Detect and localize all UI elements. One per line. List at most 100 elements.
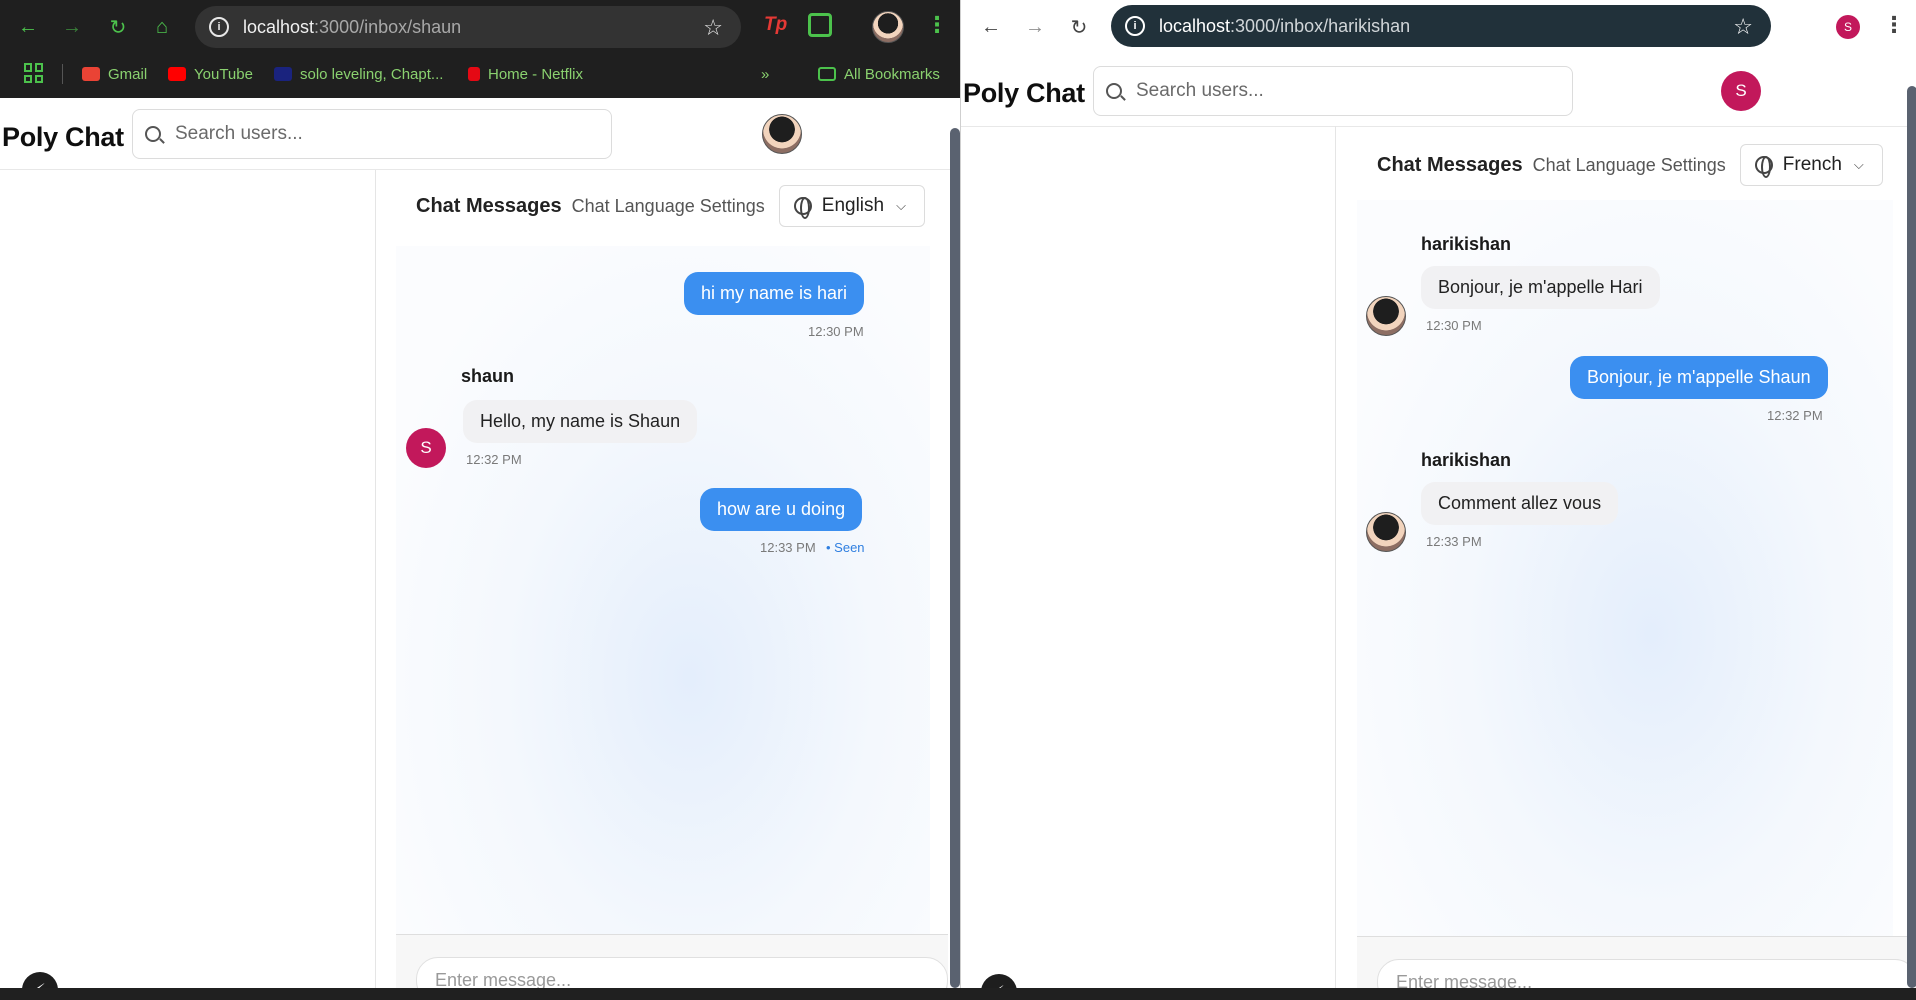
message-time: 12:30 PM — [808, 324, 864, 339]
globe-icon — [793, 197, 812, 219]
right-browser-toolbar: ← → ↻ i localhost:3000/inbox/harikishan … — [961, 0, 1916, 54]
os-taskbar — [0, 988, 1916, 1000]
message-sender: harikishan — [1421, 450, 1512, 470]
message-time: 12:32 PM — [466, 452, 522, 467]
search-icon — [145, 126, 161, 142]
back-icon[interactable]: ← — [977, 13, 1005, 41]
language-value: English — [821, 195, 885, 216]
extensions-puzzle-icon[interactable] — [808, 13, 832, 37]
site-info-icon[interactable]: i — [1125, 16, 1145, 36]
language-select[interactable]: English ⌵ — [778, 185, 925, 227]
browser-profile-avatar[interactable] — [872, 11, 904, 43]
browser-menu-icon[interactable]: ⋮ — [1883, 12, 1905, 38]
message-sender: shaun — [461, 366, 515, 386]
search-input[interactable] — [1136, 80, 1516, 102]
bolt-fab-icon[interactable]: ⚡ — [22, 972, 58, 988]
message-input-box[interactable] — [1377, 959, 1916, 988]
message-input[interactable] — [1396, 972, 1756, 988]
youtube-icon — [168, 67, 186, 81]
message-composer — [1357, 936, 1916, 988]
manga-site-icon — [274, 67, 292, 81]
bookmark-star-icon[interactable]: ☆ — [1733, 14, 1753, 40]
language-select[interactable]: French ⌵ — [1739, 144, 1883, 186]
sender-avatar — [1366, 512, 1406, 552]
search-input[interactable] — [175, 123, 555, 145]
message-composer — [396, 934, 948, 988]
page-scrollbar[interactable] — [1907, 86, 1916, 988]
chat-title: Chat Messages — [416, 194, 562, 217]
message-list — [396, 246, 930, 988]
left-browser-window: ← → ↻ ⌂ i localhost:3000/inbox/shaun ☆ T… — [0, 0, 960, 988]
all-bookmarks-folder[interactable]: All Bookmarks — [818, 62, 940, 86]
message-input-box[interactable] — [416, 957, 948, 988]
user-avatar[interactable]: S — [1721, 71, 1761, 111]
right-browser-window: ← → ↻ i localhost:3000/inbox/harikishan … — [960, 0, 1916, 988]
browser-menu-icon[interactable]: ⋮ — [926, 12, 948, 38]
header-divider — [961, 126, 1916, 127]
chat-header: Chat Messages Chat Language Settings Eng… — [416, 185, 925, 227]
screen: ← → ↻ ⌂ i localhost:3000/inbox/shaun ☆ T… — [0, 0, 1916, 1000]
message-input[interactable] — [435, 970, 795, 988]
sender-avatar — [1366, 296, 1406, 336]
left-app-page: Poly Chat Chat Messages Chat Language Se… — [0, 98, 950, 988]
message-bubble-outgoing: Bonjour, je m'appelle Shaun — [1570, 356, 1828, 399]
reload-icon[interactable]: ↻ — [1065, 13, 1093, 41]
right-app-page: Poly Chat S Chat Messages Chat Language … — [961, 54, 1916, 988]
reload-icon[interactable]: ↻ — [104, 13, 132, 41]
message-bubble-outgoing: how are u doing — [700, 488, 863, 531]
left-browser-toolbar: ← → ↻ ⌂ i localhost:3000/inbox/shaun ☆ T… — [0, 0, 960, 54]
message-sender: harikishan — [1421, 234, 1512, 254]
header-divider — [0, 169, 950, 170]
site-info-icon[interactable]: i — [209, 17, 229, 37]
page-scrollbar[interactable] — [950, 128, 960, 988]
gmail-icon — [82, 67, 100, 81]
user-search-box[interactable] — [132, 109, 612, 159]
user-search-box[interactable] — [1093, 66, 1573, 116]
address-url[interactable]: localhost:3000/inbox/shaun — [243, 17, 461, 38]
sidebar-divider — [375, 170, 376, 988]
left-address-bar[interactable]: i localhost:3000/inbox/shaun ☆ — [195, 6, 741, 48]
user-avatar[interactable] — [762, 114, 802, 154]
bookmark-netflix[interactable]: Home - Netflix — [468, 62, 583, 86]
bookmark-youtube[interactable]: YouTube — [168, 62, 253, 86]
chat-header: Chat Messages Chat Language Settings Fre… — [1377, 144, 1883, 186]
message-bubble-incoming: Hello, my name is Shaun — [463, 400, 698, 443]
language-settings-label: Chat Language Settings — [1532, 154, 1726, 175]
apps-grid-icon[interactable] — [24, 63, 44, 83]
tp-extension-icon[interactable]: Tp — [764, 14, 787, 36]
back-icon[interactable]: ← — [14, 13, 42, 41]
bookmark-star-icon[interactable]: ☆ — [703, 15, 723, 41]
message-bubble-outgoing: hi my name is hari — [684, 272, 865, 315]
sidebar-divider — [1335, 126, 1336, 988]
language-settings-label: Chat Language Settings — [571, 195, 765, 216]
address-url[interactable]: localhost:3000/inbox/harikishan — [1159, 16, 1410, 37]
home-icon[interactable]: ⌂ — [148, 13, 176, 41]
message-time: 12:33 PM — [1426, 534, 1482, 549]
right-address-bar[interactable]: i localhost:3000/inbox/harikishan ☆ — [1111, 5, 1771, 47]
bookmarks-separator — [62, 64, 63, 84]
language-value: French — [1782, 154, 1842, 175]
netflix-icon — [468, 67, 480, 81]
chevron-down-icon: ⌵ — [896, 198, 906, 213]
seen-status: • Seen — [826, 540, 865, 555]
app-brand-title[interactable]: Poly Chat — [2, 122, 124, 153]
message-bubble-incoming: Bonjour, je m'appelle Hari — [1421, 266, 1660, 309]
bolt-fab-icon[interactable]: ⚡ — [981, 974, 1017, 988]
browser-profile-avatar[interactable]: S — [1836, 15, 1860, 39]
bookmark-solo-leveling[interactable]: solo leveling, Chapt... — [274, 62, 443, 86]
more-bookmarks-chevron[interactable]: » — [761, 62, 769, 86]
forward-icon[interactable]: → — [1021, 13, 1049, 41]
search-icon — [1106, 83, 1122, 99]
forward-icon[interactable]: → — [58, 13, 86, 41]
folder-icon — [818, 67, 836, 81]
globe-icon — [1754, 156, 1773, 178]
message-bubble-incoming: Comment allez vous — [1421, 482, 1619, 525]
message-time: 12:30 PM — [1426, 318, 1482, 333]
message-time: 12:33 PM — [760, 540, 816, 555]
sender-avatar: S — [406, 428, 446, 468]
message-time: 12:32 PM — [1767, 408, 1823, 423]
chevron-down-icon: ⌵ — [1853, 157, 1864, 172]
bookmark-gmail[interactable]: Gmail — [82, 62, 147, 86]
app-brand-title[interactable]: Poly Chat — [963, 78, 1085, 109]
chat-title: Chat Messages — [1377, 153, 1523, 176]
